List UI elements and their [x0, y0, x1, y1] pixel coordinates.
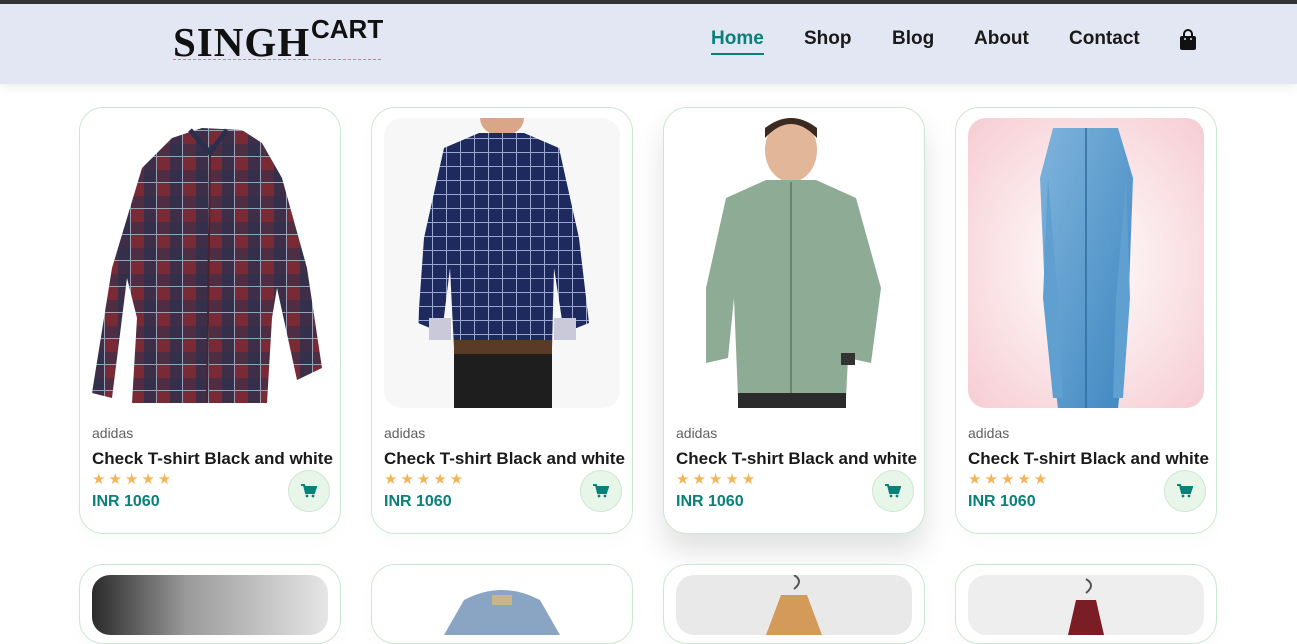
product-card[interactable]	[79, 564, 341, 644]
rating-stars: ★★★★★	[676, 471, 759, 488]
product-card[interactable]: adidas Check T-shirt Black and white ★★★…	[371, 107, 633, 534]
nav-shop[interactable]: Shop	[804, 28, 852, 50]
cart-icon	[885, 484, 901, 498]
product-price: INR 1060	[92, 493, 160, 510]
logo-main-text: SINGH	[173, 19, 311, 65]
product-image[interactable]	[968, 118, 1204, 408]
rating-stars: ★★★★★	[384, 471, 467, 488]
product-title[interactable]: Check T-shirt Black and white	[384, 449, 625, 469]
product-image[interactable]	[384, 575, 620, 635]
product-price: INR 1060	[676, 493, 744, 510]
logo[interactable]: SINGH CART	[173, 14, 384, 65]
product-brand: adidas	[92, 425, 134, 441]
product-image[interactable]	[384, 118, 620, 408]
product-price: INR 1060	[384, 493, 452, 510]
logo-sup-text: CART	[311, 14, 384, 44]
product-card[interactable]: adidas Check T-shirt Black and white ★★★…	[79, 107, 341, 534]
product-brand: adidas	[968, 425, 1010, 441]
add-to-cart-button[interactable]	[580, 470, 622, 512]
product-card[interactable]: adidas Check T-shirt Black and white ★★★…	[955, 107, 1217, 534]
product-image[interactable]	[676, 575, 912, 635]
add-to-cart-button[interactable]	[872, 470, 914, 512]
product-image[interactable]	[92, 118, 328, 408]
nav-home[interactable]: Home	[711, 28, 764, 55]
product-price: INR 1060	[968, 493, 1036, 510]
product-brand: adidas	[384, 425, 426, 441]
rating-stars: ★★★★★	[92, 471, 175, 488]
cart-icon	[1177, 484, 1193, 498]
nav-about[interactable]: About	[974, 28, 1029, 50]
product-card[interactable]: adidas Check T-shirt Black and white ★★★…	[663, 107, 925, 534]
add-to-cart-button[interactable]	[1164, 470, 1206, 512]
product-image[interactable]	[676, 118, 912, 408]
nav-contact[interactable]: Contact	[1069, 28, 1140, 50]
product-title[interactable]: Check T-shirt Black and white	[676, 449, 917, 469]
product-card[interactable]	[955, 564, 1217, 644]
product-brand: adidas	[676, 425, 718, 441]
product-title[interactable]: Check T-shirt Black and white	[968, 449, 1209, 469]
cart-icon	[301, 484, 317, 498]
product-card[interactable]	[663, 564, 925, 644]
add-to-cart-button[interactable]	[288, 470, 330, 512]
shopping-bag-icon[interactable]	[1179, 29, 1197, 51]
product-image[interactable]	[92, 575, 328, 635]
rating-stars: ★★★★★	[968, 471, 1051, 488]
nav-blog[interactable]: Blog	[892, 28, 934, 50]
product-image[interactable]	[968, 575, 1204, 635]
product-title[interactable]: Check T-shirt Black and white	[92, 449, 333, 469]
product-card[interactable]	[371, 564, 633, 644]
cart-icon	[593, 484, 609, 498]
